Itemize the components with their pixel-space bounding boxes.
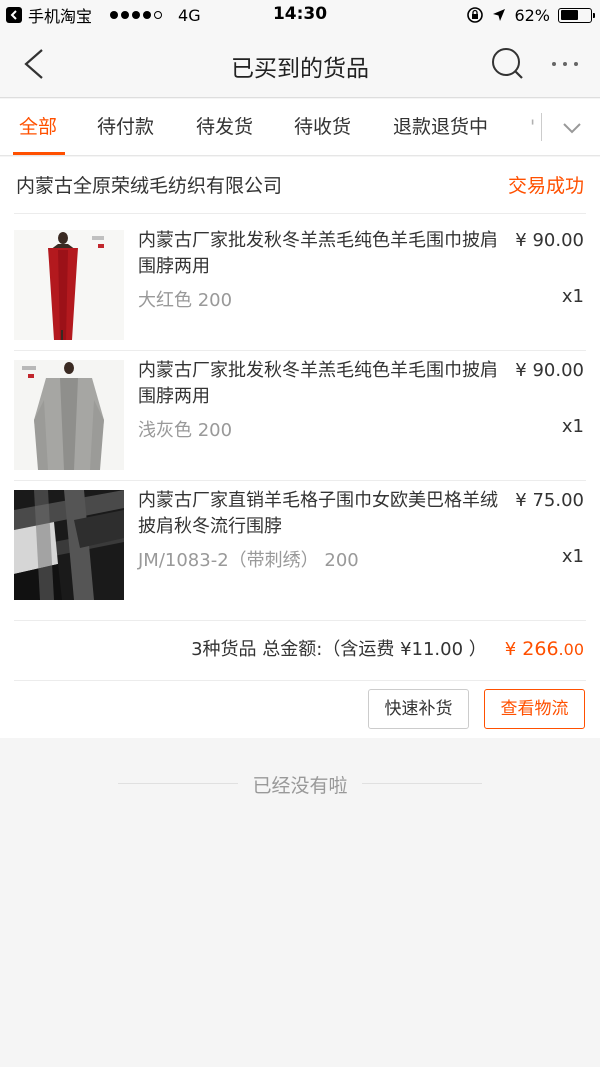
end-of-list-text: 已经没有啦 xyxy=(0,771,600,798)
divider xyxy=(14,680,586,681)
order-summary: 3种货品 总金额:（含运费 ¥11.00 ） xyxy=(191,639,487,660)
currency-symbol: ¥ xyxy=(504,639,517,660)
order-status: 交易成功 xyxy=(507,175,584,197)
product-title[interactable]: 内蒙古厂家批发秋冬羊羔毛纯色羊毛围巾披肩围脖两用 xyxy=(138,358,508,410)
order-card: 内蒙古全原荣绒毛纺织有限公司 交易成功 内蒙古厂家批发秋冬羊羔毛纯色羊毛围巾披肩… xyxy=(0,157,600,738)
shop-name[interactable]: 内蒙古全原荣绒毛纺织有限公司 xyxy=(16,171,282,198)
product-price: ¥ 90.00 xyxy=(515,360,584,381)
chevron-down-icon[interactable] xyxy=(552,108,592,148)
product-sku: 大红色 200 xyxy=(138,290,233,311)
order-item[interactable]: 内蒙古厂家批发秋冬羊羔毛纯色羊毛围巾披肩围脖两用 ¥ 90.00 大红色 200… xyxy=(0,214,600,344)
product-title[interactable]: 内蒙古厂家批发秋冬羊羔毛纯色羊毛围巾披肩围脖两用 xyxy=(138,228,508,280)
tab-divider xyxy=(530,113,542,141)
product-quantity: x1 xyxy=(561,416,584,437)
end-of-list-label: 已经没有啦 xyxy=(242,775,358,797)
product-thumbnail[interactable] xyxy=(14,490,124,600)
order-item[interactable]: 内蒙古厂家批发秋冬羊羔毛纯色羊毛围巾披肩围脖两用 ¥ 90.00 浅灰色 200… xyxy=(0,344,600,474)
product-price: ¥ 75.00 xyxy=(515,490,584,511)
nav-bar: 已买到的货品 xyxy=(0,30,600,98)
tab-refund[interactable]: 退款退货中 xyxy=(393,99,488,156)
total-decimal: .00 xyxy=(558,640,584,659)
rotation-lock-icon xyxy=(467,7,484,23)
product-thumbnail[interactable] xyxy=(14,230,124,340)
status-right: 62% xyxy=(466,0,595,30)
product-quantity: x1 xyxy=(561,286,584,307)
order-total-amount: ¥ 266.00 xyxy=(505,638,584,660)
order-item[interactable]: 内蒙古厂家直销羊毛格子围巾女欧美巴格羊绒披肩秋冬流行围脖 ¥ 75.00 JM/… xyxy=(0,474,600,604)
tab-pending-shipment[interactable]: 待发货 xyxy=(196,99,253,156)
battery-icon xyxy=(558,7,595,23)
restock-button[interactable]: 快速补货 xyxy=(368,689,469,729)
product-price: ¥ 90.00 xyxy=(515,230,584,251)
search-icon[interactable] xyxy=(486,42,530,86)
product-title[interactable]: 内蒙古厂家直销羊毛格子围巾女欧美巴格羊绒披肩秋冬流行围脖 xyxy=(138,488,508,540)
tab-all[interactable]: 全部 xyxy=(19,99,57,156)
tab-pending-payment[interactable]: 待付款 xyxy=(97,99,154,156)
more-icon[interactable] xyxy=(540,42,590,86)
product-sku: 浅灰色 200 xyxy=(138,420,233,441)
view-logistics-button[interactable]: 查看物流 xyxy=(484,689,585,729)
location-icon xyxy=(493,9,506,21)
active-tab-indicator xyxy=(13,152,65,155)
total-integer: 266 xyxy=(522,638,559,660)
order-tabs: 全部 待付款 待发货 待收货 退款退货中 ' xyxy=(0,99,600,156)
battery-percent: 62% xyxy=(514,5,550,25)
divider xyxy=(14,620,586,621)
product-quantity: x1 xyxy=(561,546,584,567)
status-bar: 手机淘宝 4G 14:30 62% xyxy=(0,0,600,30)
tab-pending-receipt[interactable]: 待收货 xyxy=(294,99,351,156)
product-thumbnail[interactable] xyxy=(14,360,124,470)
order-total-row: 3种货品 总金额:（含运费 ¥11.00 ） ¥ 266.00 xyxy=(191,635,584,661)
product-sku: JM/1083-2（带刺绣） 200 xyxy=(138,550,359,571)
